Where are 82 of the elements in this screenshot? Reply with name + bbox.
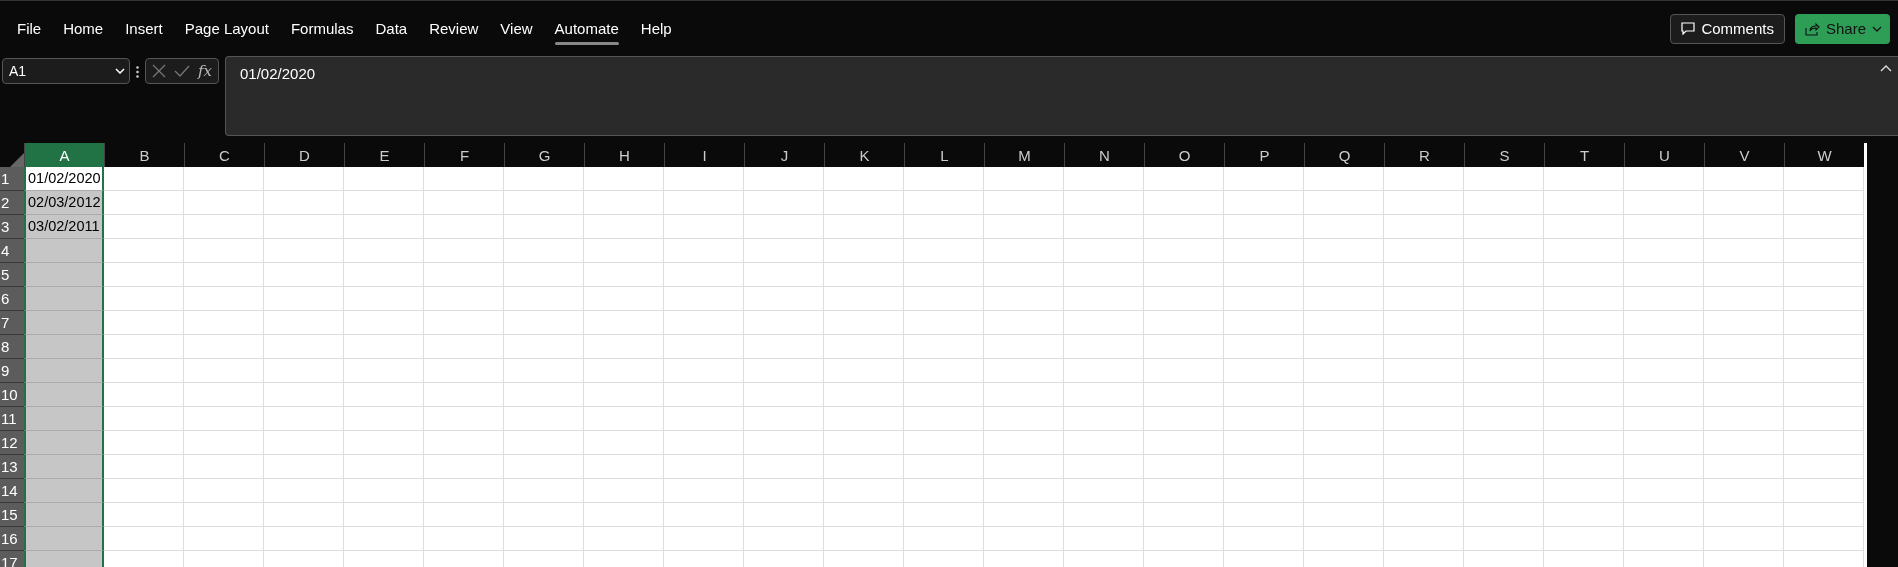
column-header[interactable]: P [1224,143,1304,167]
column-header[interactable]: D [264,143,344,167]
column-header[interactable]: F [424,143,504,167]
share-button[interactable]: Share [1794,13,1890,44]
grid-cell[interactable]: 03/02/2011 [24,215,104,239]
formula-field[interactable]: 01/02/2020 [225,56,1898,136]
menu-tab[interactable]: Help [629,14,683,43]
row-header[interactable]: 2 [0,191,24,215]
cell-value: 02/03/2012 [28,194,101,210]
cell-value: 03/02/2011 [28,218,100,234]
more-icon[interactable] [136,66,139,78]
column-header[interactable]: A [24,143,104,167]
column-header[interactable]: S [1464,143,1544,167]
share-icon [1804,21,1820,36]
row-header[interactable]: 5 [0,263,24,287]
column-header[interactable]: U [1624,143,1704,167]
cancel-icon[interactable] [152,64,166,78]
column-header[interactable]: K [824,143,904,167]
checkmark-icon[interactable] [174,65,190,77]
column-header[interactable]: J [744,143,824,167]
column-header[interactable]: W [1784,143,1864,167]
speech-bubble-icon [1681,22,1696,35]
insert-function-button[interactable]: fx [198,62,212,80]
row-header[interactable]: 13 [0,455,24,479]
row-header[interactable]: 10 [0,383,24,407]
comments-button[interactable]: Comments [1670,13,1785,44]
grid-cell[interactable] [24,359,104,383]
menu-tab[interactable]: Review [418,14,490,43]
row-header[interactable]: 4 [0,239,24,263]
row-header[interactable]: 12 [0,431,24,455]
menu-tab[interactable]: Data [364,14,419,43]
grid-cell[interactable] [24,407,104,431]
grid-cell[interactable] [24,527,104,551]
grid-cell[interactable]: 01/02/2020 [24,167,104,191]
column-header[interactable]: Q [1304,143,1384,167]
column-header[interactable]: T [1544,143,1624,167]
caret-icon [1872,25,1882,32]
column-header[interactable]: R [1384,143,1464,167]
column-header[interactable]: N [1064,143,1144,167]
column-header[interactable]: I [664,143,744,167]
menu-tab[interactable]: Formulas [279,14,365,43]
name-box[interactable]: A1 [2,58,130,84]
cell-value: 01/02/2020 [28,170,101,186]
grid-cell[interactable] [24,311,104,335]
grid-cell[interactable]: 02/03/2012 [24,191,104,215]
row-header[interactable]: 9 [0,359,24,383]
grid-cell[interactable] [24,431,104,455]
row-header[interactable]: 16 [0,527,24,551]
menu-tab[interactable]: File [6,14,53,43]
menu-tab[interactable]: Insert [114,14,174,43]
menu-tab[interactable]: View [489,14,544,43]
column-header[interactable]: V [1704,143,1784,167]
row-header[interactable]: 15 [0,503,24,527]
menu-tab[interactable]: Page Layout [173,14,280,43]
menu-tab[interactable]: Home [52,14,115,43]
grid-cell[interactable] [24,239,104,263]
row-header[interactable]: 8 [0,335,24,359]
grid-cell[interactable] [24,503,104,527]
grid-cell[interactable] [24,479,104,503]
chevron-down-icon [115,68,125,74]
formula-text: 01/02/2020 [240,65,316,84]
chevron-up-icon[interactable] [1880,65,1892,72]
column-header[interactable]: M [984,143,1064,167]
column-header[interactable]: G [504,143,584,167]
column-header[interactable]: L [904,143,984,167]
row-header[interactable]: 14 [0,479,24,503]
menu-tab[interactable]: Automate [543,14,630,43]
row-header[interactable]: 7 [0,311,24,335]
grid-cell[interactable] [24,287,104,311]
grid-cell[interactable] [24,335,104,359]
grid-cell[interactable] [24,455,104,479]
column-header[interactable]: E [344,143,424,167]
row-header[interactable]: 3 [0,215,24,239]
column-header[interactable]: O [1144,143,1224,167]
row-header[interactable]: 1 [0,167,24,191]
column-header[interactable]: H [584,143,664,167]
column-header[interactable]: C [184,143,264,167]
grid-cell[interactable] [24,383,104,407]
grid-cell[interactable] [24,263,104,287]
row-header[interactable]: 6 [0,287,24,311]
row-header[interactable]: 11 [0,407,24,431]
column-header[interactable]: B [104,143,184,167]
